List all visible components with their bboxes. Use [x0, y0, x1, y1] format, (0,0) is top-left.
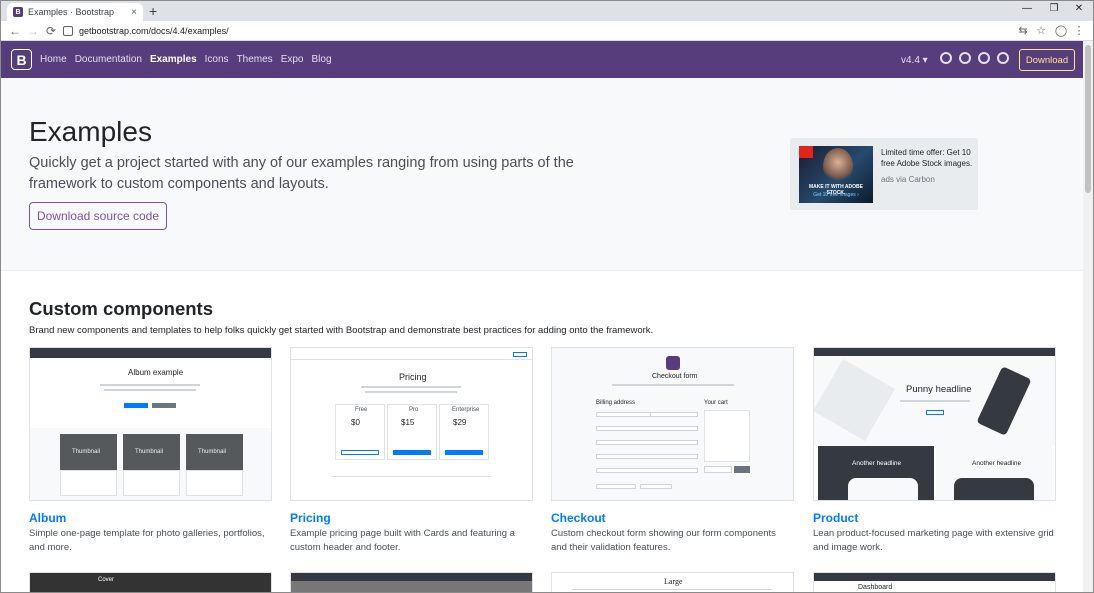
pricing-preview[interactable]: Pricing Free Pro Enterprise $0 $15 $29 — [290, 347, 533, 501]
tab-strip: B Examples · Bootstrap × + — ❐ ✕ — [1, 1, 1093, 21]
cart-label: Your cart — [704, 400, 728, 406]
product-another-headline-2: Another headline — [972, 460, 1022, 467]
example-card-cover[interactable]: Cover — [29, 572, 272, 592]
pricing-price-3: $29 — [453, 418, 467, 427]
example-card-product[interactable]: Punny headline Another headline Another … — [813, 347, 1056, 555]
section-description: Brand new components and templates to he… — [29, 325, 654, 336]
lock-icon — [63, 26, 73, 36]
account-icon[interactable]: ◯ — [1053, 23, 1069, 39]
dashboard-preview-title: Dashboard — [858, 584, 893, 591]
browser-toolbar: ← → ⟳ getbootstrap.com/docs/4.4/examples… — [1, 21, 1093, 41]
restore-icon[interactable]: ❐ — [1044, 3, 1064, 14]
translate-icon[interactable]: ⇆ — [1015, 23, 1031, 39]
forward-icon[interactable]: → — [25, 23, 41, 39]
back-icon[interactable]: ← — [7, 23, 23, 39]
ad-via[interactable]: ads via Carbon — [881, 175, 935, 184]
billing-label: Billing address — [596, 400, 636, 406]
new-tab-button[interactable]: + — [149, 3, 157, 19]
bookmark-star-icon[interactable]: ☆ — [1033, 23, 1049, 39]
example-card-dashboard[interactable]: Dashboard — [813, 572, 1056, 592]
nav-icons[interactable]: Icons — [205, 54, 229, 65]
album-preview[interactable]: Album example Thumbnail Thumbnail Thumbn… — [29, 347, 272, 501]
social-links — [940, 52, 1009, 64]
product-another-headline-1: Another headline — [852, 460, 902, 467]
ad-image[interactable]: MAKE IT WITH ADOBE STOCK. Get 10 free im… — [799, 146, 873, 203]
card-description: Custom checkout form showing our form co… — [551, 528, 776, 553]
card-description: Simple one-page template for photo galle… — [29, 528, 265, 553]
nav-documentation[interactable]: Documentation — [75, 54, 142, 65]
reload-icon[interactable]: ⟳ — [43, 23, 59, 39]
tab-title: Examples · Bootstrap — [28, 7, 115, 17]
close-tab-icon[interactable]: × — [131, 7, 137, 18]
close-window-icon[interactable]: ✕ — [1069, 3, 1089, 14]
pricing-preview-heading: Pricing — [399, 372, 427, 382]
download-source-button[interactable]: Download source code — [29, 202, 167, 230]
nav-expo[interactable]: Expo — [281, 54, 304, 65]
browser-tab[interactable]: B Examples · Bootstrap × — [7, 3, 143, 21]
github-icon[interactable] — [940, 52, 952, 64]
pricing-price-1: $0 — [351, 418, 360, 427]
example-card-carousel[interactable] — [290, 572, 533, 592]
thumbnail-label-1: Thumbnail — [72, 449, 101, 455]
scrollbar-thumb[interactable] — [1085, 45, 1091, 193]
card-description: Example pricing page built with Cards an… — [290, 528, 515, 553]
minimize-icon[interactable]: — — [1017, 3, 1037, 14]
page-lead: Quickly get a project started with any o… — [29, 155, 574, 192]
nav-home[interactable]: Home — [40, 54, 67, 65]
section-title: Custom components — [29, 298, 213, 319]
browser-window: B Examples · Bootstrap × + — ❐ ✕ ← → ⟳ g… — [0, 0, 1094, 593]
example-card-checkout[interactable]: Checkout form Billing address Your cart … — [551, 347, 794, 555]
thumbnail-label-2: Thumbnail — [135, 449, 164, 455]
blog-preview-title: Large — [664, 577, 683, 586]
pricing-plan-1: Free — [355, 407, 368, 413]
bootstrap-logo-icon[interactable]: B — [11, 49, 32, 70]
checkout-preview-heading: Checkout form — [652, 373, 698, 380]
checkout-preview[interactable]: Checkout form Billing address Your cart — [551, 347, 794, 501]
album-preview-heading: Album example — [128, 368, 184, 377]
url-text: getbootstrap.com/docs/4.4/examples/ — [79, 26, 229, 36]
opencollective-icon[interactable] — [997, 52, 1009, 64]
card-title[interactable]: Product — [813, 511, 1056, 525]
example-card-album[interactable]: Album example Thumbnail Thumbnail Thumbn… — [29, 347, 272, 555]
download-button[interactable]: Download — [1019, 49, 1075, 71]
masthead: Examples Quickly get a project started w… — [1, 78, 1083, 271]
adobe-logo-icon — [799, 146, 813, 158]
product-preview-heading: Punny headline — [906, 384, 972, 395]
card-description: Lean product-focused marketing page with… — [813, 528, 1054, 553]
bootstrap-favicon-icon: B — [13, 7, 23, 17]
example-card-blog[interactable]: Large — [551, 572, 794, 592]
page-title: Examples — [29, 116, 152, 147]
menu-icon[interactable]: ⋮ — [1071, 23, 1087, 39]
ad-image-line2: Get 10 free images › — [813, 192, 859, 198]
cover-preview-title: Cover — [98, 577, 115, 583]
example-card-pricing[interactable]: Pricing Free Pro Enterprise $0 $15 $29 P… — [290, 347, 533, 555]
site-navbar: B Home Documentation Examples Icons Them… — [1, 41, 1083, 78]
thumbnail-label-3: Thumbnail — [198, 449, 227, 455]
pricing-price-2: $15 — [401, 418, 415, 427]
pricing-plan-3: Enterprise — [452, 407, 480, 413]
nav-themes[interactable]: Themes — [237, 54, 273, 65]
card-title[interactable]: Checkout — [551, 511, 794, 525]
nav-blog[interactable]: Blog — [311, 54, 331, 65]
card-title[interactable]: Album — [29, 511, 272, 525]
product-preview[interactable]: Punny headline Another headline Another … — [813, 347, 1056, 501]
carbon-ad[interactable]: MAKE IT WITH ADOBE STOCK. Get 10 free im… — [790, 138, 978, 210]
nav-examples[interactable]: Examples — [150, 54, 197, 65]
twitter-icon[interactable] — [959, 52, 971, 64]
address-bar[interactable]: getbootstrap.com/docs/4.4/examples/ — [63, 23, 1013, 39]
card-title[interactable]: Pricing — [290, 511, 533, 525]
nav-links: Home Documentation Examples Icons Themes… — [40, 41, 332, 78]
pricing-plan-2: Pro — [409, 407, 419, 413]
slack-icon[interactable] — [978, 52, 990, 64]
ad-text[interactable]: Limited time offer: Get 10 free Adobe St… — [881, 147, 973, 169]
page-scrollbar[interactable] — [1083, 41, 1093, 592]
version-dropdown[interactable]: v4.4 ▾ — [901, 55, 928, 66]
ad-portrait — [823, 148, 853, 184]
